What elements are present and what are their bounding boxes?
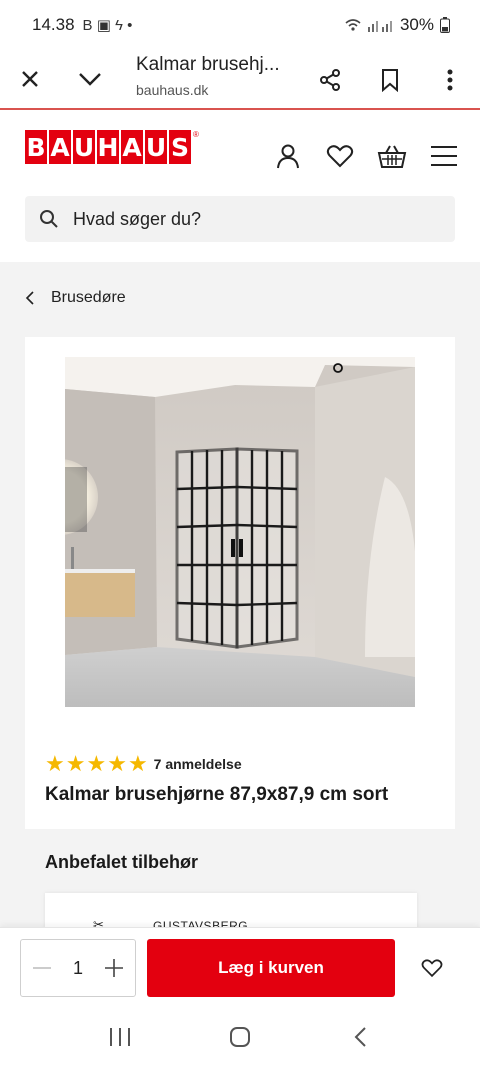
breadcrumb-label[interactable]: Brusedøre <box>51 289 126 307</box>
browser-toolbar: Kalmar brusehj... bauhaus.dk <box>0 50 480 110</box>
logo-letter: U <box>145 130 167 164</box>
chevron-down-icon <box>79 73 101 86</box>
logo-letter: A <box>121 130 143 164</box>
plus-icon <box>104 959 123 977</box>
tab-title: Kalmar brusehj... <box>136 54 280 75</box>
status-time: 14.38 <box>32 15 75 34</box>
basket-button[interactable] <box>376 140 408 172</box>
bookmark-icon <box>382 69 398 92</box>
registered-mark: ® <box>193 130 199 139</box>
battery-percent: 30% <box>399 15 434 34</box>
back-icon <box>354 1027 366 1047</box>
chevron-left-icon <box>25 291 34 305</box>
heart-icon <box>421 959 443 978</box>
wishlist-button[interactable] <box>324 140 356 172</box>
share-icon <box>320 69 340 91</box>
bauhaus-logo[interactable]: B A U H A U S ® <box>25 130 199 164</box>
more-options-button[interactable] <box>420 50 480 110</box>
battery-icon <box>440 17 450 33</box>
increase-quantity-button[interactable] <box>101 955 127 981</box>
page-title-area[interactable]: Kalmar brusehj... bauhaus.dk <box>136 54 280 98</box>
search-input[interactable]: Hvad søger du? <box>73 209 201 230</box>
logo-letter: H <box>97 130 119 164</box>
product-title: Kalmar brusehjørne 87,9x87,9 cm sort <box>45 784 389 805</box>
star-icon: ★ <box>127 751 148 776</box>
account-button[interactable] <box>272 140 304 172</box>
add-to-cart-button[interactable]: Læg i kurven <box>147 939 395 997</box>
close-icon <box>22 71 38 87</box>
accessories-heading: Anbefalet tilbehør <box>45 852 199 872</box>
logo-letter: S <box>169 130 191 164</box>
page-content: Brusedøre ★ ★ ★ ★ ★ 7 anmeldelse Kalmar … <box>0 262 480 933</box>
logo-letter: A <box>49 130 71 164</box>
star-icon: ★ <box>86 751 107 776</box>
more-vert-icon <box>447 69 453 91</box>
hamburger-icon <box>431 146 457 166</box>
review-count[interactable]: 7 anmeldelse <box>154 756 242 772</box>
notification-icons: B ▣ ϟ • <box>82 17 133 34</box>
share-button[interactable] <box>300 50 360 110</box>
breadcrumb[interactable]: Brusedøre <box>25 289 126 307</box>
heart-icon <box>326 145 354 168</box>
basket-icon <box>377 145 407 168</box>
recent-apps-button[interactable] <box>100 1017 140 1057</box>
decrease-quantity-button[interactable] <box>29 955 55 981</box>
buy-bar: 1 Læg i kurven <box>0 927 480 1007</box>
home-button[interactable] <box>220 1017 260 1057</box>
star-icon: ★ <box>107 751 127 776</box>
star-icon: ★ <box>65 751 86 776</box>
bookmark-button[interactable] <box>360 50 420 110</box>
home-icon <box>230 1027 250 1047</box>
logo-letter: B <box>25 130 47 164</box>
system-navigation-bar <box>0 1007 480 1067</box>
logo-letter: U <box>73 130 95 164</box>
add-to-wishlist-button[interactable] <box>412 946 452 990</box>
tab-menu-button[interactable] <box>60 49 120 109</box>
url-text: bauhaus.dk <box>136 82 209 98</box>
star-rating: ★ ★ ★ ★ ★ <box>45 753 148 775</box>
close-tab-button[interactable] <box>0 49 60 109</box>
status-bar: 14.38 B ▣ ϟ • 30% <box>0 0 480 50</box>
search-bar[interactable]: Hvad søger du? <box>25 196 455 242</box>
back-button[interactable] <box>340 1017 380 1057</box>
product-image[interactable] <box>65 357 415 707</box>
quantity-value[interactable]: 1 <box>73 958 83 979</box>
search-icon <box>40 210 58 228</box>
wifi-signal-icon <box>345 19 392 32</box>
site-header: B A U H A U S ® Hvad søger du? <box>0 112 480 262</box>
star-icon: ★ <box>45 751 65 776</box>
quantity-stepper[interactable]: 1 <box>20 939 136 997</box>
recents-icon <box>110 1028 130 1046</box>
product-rating[interactable]: ★ ★ ★ ★ ★ 7 anmeldelse <box>45 753 242 775</box>
minus-icon <box>33 967 51 969</box>
user-icon <box>277 144 299 169</box>
menu-button[interactable] <box>428 140 460 172</box>
product-card: ★ ★ ★ ★ ★ 7 anmeldelse Kalmar brusehjørne 87… <box>25 337 455 829</box>
